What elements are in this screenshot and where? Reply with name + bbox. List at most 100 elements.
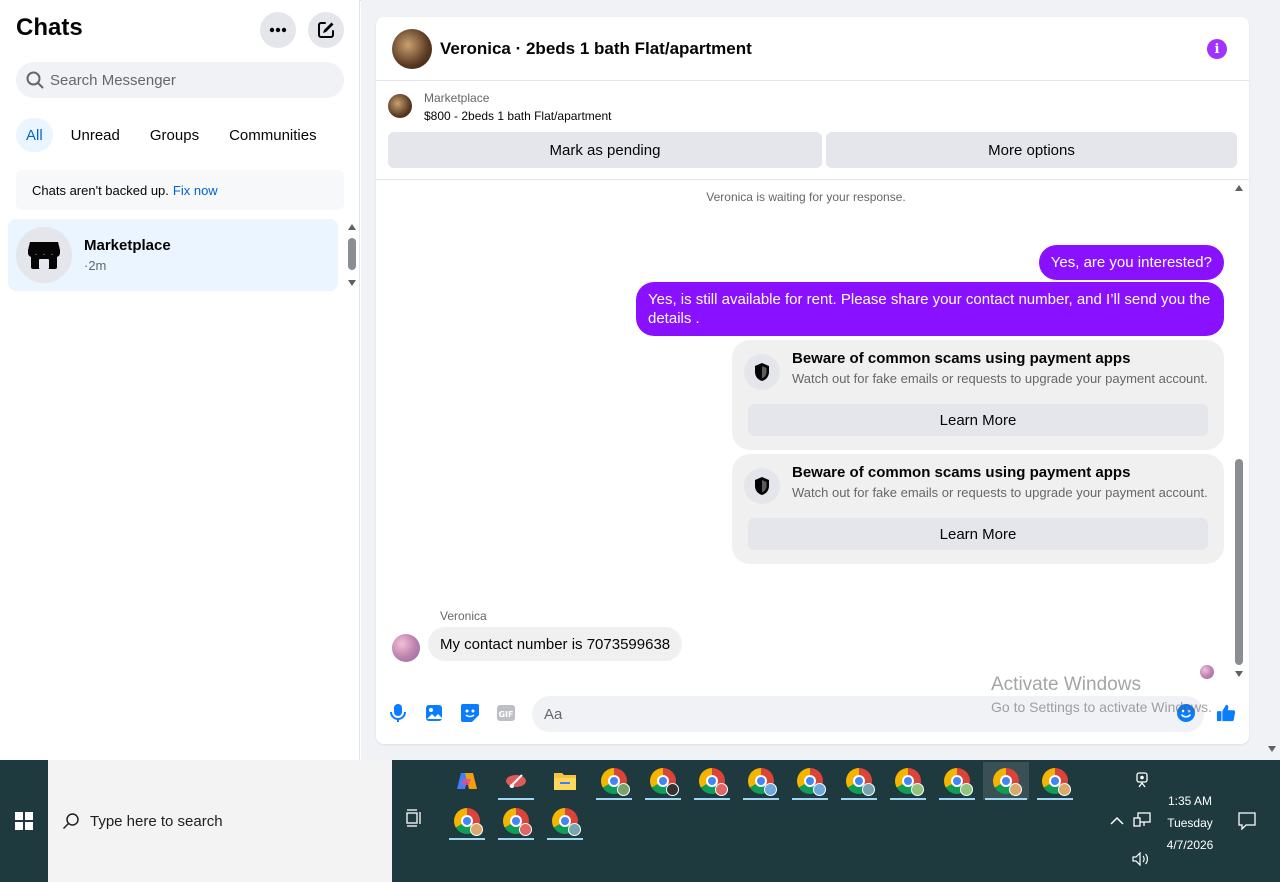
chrome-profile-13[interactable]: [545, 802, 585, 840]
warning-text: Watch out for fake emails or requests to…: [792, 485, 1208, 500]
taskbar-search[interactable]: Type here to search: [48, 760, 392, 882]
meet-now-icon[interactable]: [1132, 770, 1152, 790]
outgoing-message[interactable]: Yes, is still available for rent. Please…: [636, 282, 1224, 336]
search-icon: [62, 813, 79, 830]
profile-badge-icon: [1009, 783, 1022, 796]
scroll-up-arrow-icon[interactable]: [348, 224, 356, 230]
sidebar-title: Chats: [16, 14, 83, 41]
chrome-profile-8[interactable]: [937, 762, 977, 800]
chrome-profile-10[interactable]: [1035, 762, 1075, 800]
profile-badge-icon: [568, 823, 581, 836]
snipping-tool-app[interactable]: [496, 762, 536, 800]
profile-badge-icon: [911, 783, 924, 796]
copilot-app[interactable]: [447, 762, 487, 800]
chrome-profile-1[interactable]: [594, 762, 634, 800]
backup-text: Chats aren't backed up.: [32, 182, 169, 198]
profile-badge-icon: [862, 783, 875, 796]
sender-avatar[interactable]: [392, 634, 420, 662]
emoji-icon[interactable]: [1176, 703, 1196, 723]
read-receipt-avatar: [1200, 665, 1214, 679]
conversation-header: Veronica · 2beds 1 bath Flat/apartment i: [376, 17, 1249, 81]
mark-as-pending-button[interactable]: Mark as pending: [388, 132, 822, 168]
network-icon[interactable]: [1132, 810, 1152, 830]
profile-badge-icon: [519, 823, 532, 836]
chevron-up-icon[interactable]: [1108, 812, 1126, 830]
warning-title: Beware of common scams using payment app…: [792, 464, 1131, 481]
file-explorer-app[interactable]: [545, 762, 585, 800]
search-icon: [26, 71, 44, 89]
ellipsis-icon: [269, 27, 287, 33]
taskbar-search-placeholder: Type here to search: [90, 812, 223, 830]
svg-text:GIF: GIF: [498, 710, 513, 719]
scroll-down-arrow-icon[interactable]: [1235, 671, 1243, 677]
task-view-icon[interactable]: [404, 808, 428, 832]
shield-icon: [744, 354, 780, 390]
filter-all[interactable]: All: [16, 118, 53, 152]
filter-unread[interactable]: Unread: [59, 118, 132, 152]
marketplace-store-icon: [28, 242, 60, 269]
contact-avatar[interactable]: [392, 29, 432, 69]
message-scrollbar[interactable]: [1232, 183, 1246, 679]
system-clock[interactable]: 1:35 AM Tuesday 4/7/2026: [1150, 790, 1230, 856]
profile-badge-icon: [470, 823, 483, 836]
clock-day: Tuesday: [1167, 816, 1213, 830]
windows-logo-icon: [15, 812, 33, 830]
scroll-up-arrow-icon[interactable]: [1235, 185, 1243, 191]
chrome-profile-12[interactable]: [496, 802, 536, 840]
chrome-profile-5[interactable]: [790, 762, 830, 800]
sender-name: Veronica: [440, 609, 487, 623]
avatar: [16, 227, 72, 283]
chrome-profile-7[interactable]: [888, 762, 928, 800]
chrome-profile-6[interactable]: [839, 762, 879, 800]
warning-text: Watch out for fake emails or requests to…: [792, 371, 1208, 386]
learn-more-button[interactable]: Learn More: [748, 404, 1208, 436]
more-options-button[interactable]: [260, 12, 296, 48]
scrollbar-thumb[interactable]: [348, 238, 356, 270]
chrome-profile-2[interactable]: [643, 762, 683, 800]
windows-taskbar: Type here to search 1:35 AM Tuesday 4/7/…: [0, 760, 1280, 882]
sticker-icon[interactable]: [460, 703, 480, 723]
new-message-button[interactable]: [308, 12, 344, 48]
waiting-notice: Veronica is waiting for your response.: [706, 190, 906, 204]
listing-thumbnail[interactable]: [388, 94, 412, 118]
info-icon[interactable]: i: [1207, 39, 1227, 59]
search-input[interactable]: [50, 71, 330, 89]
search-box[interactable]: [16, 62, 344, 98]
listing-title[interactable]: $800 - 2beds 1 bath Flat/apartment: [424, 109, 611, 123]
chrome-profile-11[interactable]: [447, 802, 487, 840]
filter-groups[interactable]: Groups: [138, 118, 211, 152]
clock-date: 4/7/2026: [1166, 838, 1214, 852]
chat-item-marketplace[interactable]: Marketplace ·2m: [8, 219, 338, 291]
notifications-icon[interactable]: [1236, 810, 1258, 832]
sidebar-scrollbar[interactable]: [346, 222, 358, 288]
photo-icon[interactable]: [424, 703, 444, 723]
fix-now-link[interactable]: Fix now: [173, 183, 218, 198]
marketplace-label: Marketplace: [424, 91, 490, 105]
profile-badge-icon: [666, 783, 679, 796]
scrollbar-thumb[interactable]: [1235, 459, 1243, 665]
start-button[interactable]: [0, 760, 48, 882]
incoming-message[interactable]: My contact number is 7073599638: [428, 627, 683, 661]
chrome-profile-3[interactable]: [692, 762, 732, 800]
learn-more-button[interactable]: Learn More: [748, 518, 1208, 550]
chrome-profile-4[interactable]: [741, 762, 781, 800]
profile-badge-icon: [960, 783, 973, 796]
filter-communities[interactable]: Communities: [217, 118, 329, 152]
outgoing-message[interactable]: Yes, are you interested?: [1038, 245, 1224, 280]
chat-name: Marketplace: [84, 237, 171, 254]
message-input[interactable]: [532, 696, 1204, 732]
microphone-icon[interactable]: [388, 703, 408, 723]
volume-icon[interactable]: [1131, 850, 1151, 868]
more-options-listing-button[interactable]: More options: [826, 132, 1237, 168]
message-composer: GIF: [376, 691, 1249, 737]
conversation-title[interactable]: Veronica · 2beds 1 bath Flat/apartment: [440, 39, 752, 59]
page-scroll-down-arrow-icon[interactable]: [1268, 746, 1276, 752]
snipping-tool-icon: [506, 774, 526, 788]
marketplace-listing-bar: Marketplace $800 - 2beds 1 bath Flat/apa…: [376, 82, 1249, 180]
thumbs-up-icon[interactable]: [1216, 703, 1236, 723]
profile-badge-icon: [1058, 783, 1071, 796]
shield-icon: [744, 468, 780, 504]
gif-icon[interactable]: GIF: [496, 703, 516, 723]
scroll-down-arrow-icon[interactable]: [348, 280, 356, 286]
chrome-profile-9[interactable]: [983, 762, 1029, 800]
